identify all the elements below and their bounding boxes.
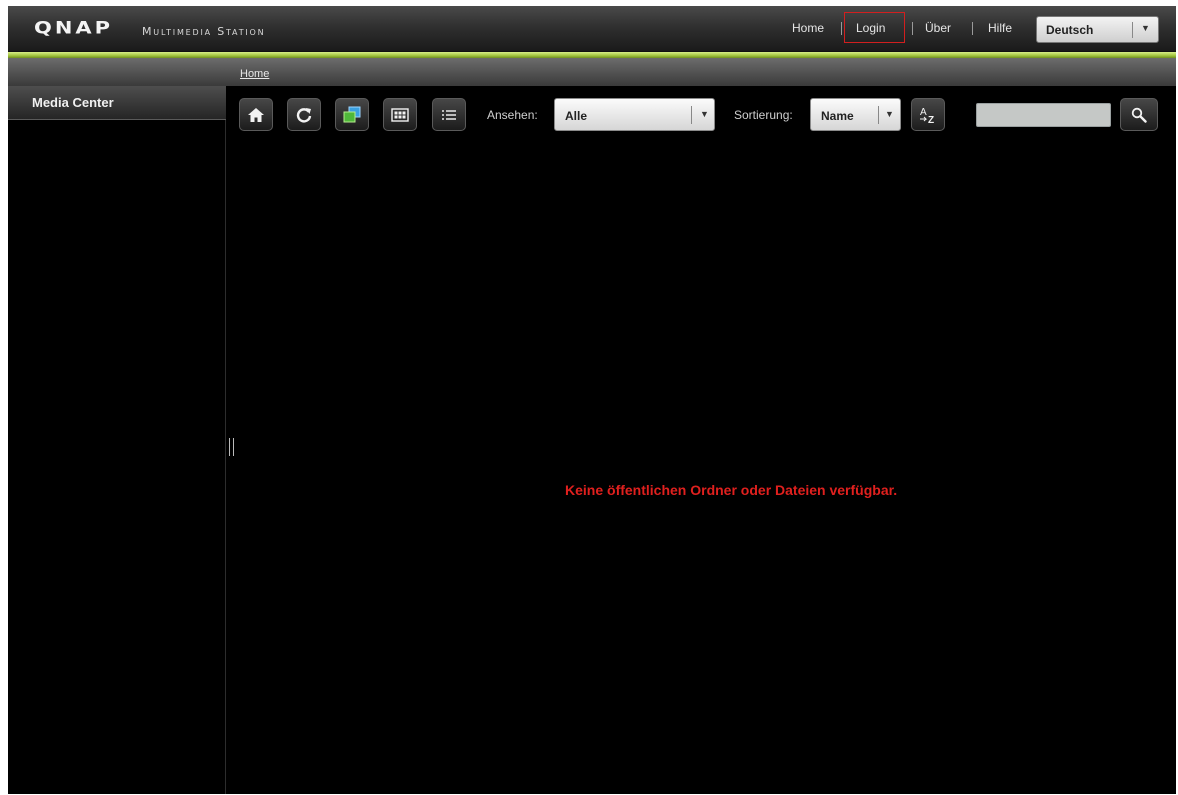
search-icon <box>1131 107 1147 123</box>
language-select[interactable]: Deutsch ▼ <box>1036 16 1159 43</box>
select-divider <box>691 106 692 124</box>
chevron-down-icon: ▼ <box>1141 23 1150 33</box>
view-filter-select[interactable]: Alle ▼ <box>554 98 715 131</box>
list-view-button[interactable] <box>432 98 466 131</box>
search-button[interactable] <box>1120 98 1158 131</box>
breadcrumb-bar: Home <box>8 58 1176 86</box>
nav-help-link[interactable]: Hilfe <box>988 21 1012 35</box>
sort-az-icon: A Z <box>920 107 934 125</box>
svg-text:Z: Z <box>928 115 934 125</box>
sort-label: Sortierung: <box>734 108 793 122</box>
thumbnail-view-icon <box>391 107 409 122</box>
slideshow-button[interactable] <box>335 98 369 131</box>
home-icon <box>248 107 264 122</box>
sidebar-item-label: Media Center <box>32 95 114 110</box>
select-divider <box>1132 22 1133 38</box>
sort-order-button[interactable]: A Z <box>911 98 945 131</box>
nav-separator <box>972 22 973 35</box>
chevron-down-icon: ▼ <box>700 109 709 119</box>
app-name: Multimedia Station <box>142 25 266 38</box>
sidebar-resize-handle[interactable] <box>229 438 234 456</box>
list-view-icon <box>442 109 456 120</box>
top-header-bar: QNAP Multimedia Station Home Login Über … <box>8 6 1176 52</box>
chevron-down-icon: ▼ <box>885 109 894 119</box>
sidebar-item-media-center[interactable]: Media Center <box>8 86 226 120</box>
view-filter-label: Ansehen: <box>487 108 538 122</box>
svg-text:A: A <box>920 107 927 118</box>
select-divider <box>878 106 879 124</box>
content-toolbar: Ansehen: Alle ▼ Sortierung: Name ▼ A Z <box>234 98 1176 138</box>
nav-login-link[interactable]: Login <box>856 21 885 35</box>
nav-separator <box>841 22 842 35</box>
slideshow-icon <box>343 106 361 122</box>
sidebar: Media Center <box>8 86 226 794</box>
nav-about-link[interactable]: Über <box>925 21 951 35</box>
view-filter-value: Alle <box>565 109 588 123</box>
multimedia-station-window: QNAP Multimedia Station Home Login Über … <box>8 6 1176 794</box>
search-input[interactable] <box>976 103 1111 127</box>
qnap-logo: QNAP <box>34 18 114 38</box>
language-selected-value: Deutsch <box>1046 23 1094 37</box>
thumbnail-view-button[interactable] <box>383 98 417 131</box>
empty-state-message: Keine öffentlichen Ordner oder Dateien v… <box>565 482 898 498</box>
refresh-button[interactable] <box>287 98 321 131</box>
home-button[interactable] <box>239 98 273 131</box>
breadcrumb-home-link[interactable]: Home <box>240 68 269 80</box>
sort-value: Name <box>821 109 854 123</box>
nav-separator <box>912 22 913 35</box>
nav-home-link[interactable]: Home <box>792 21 824 35</box>
refresh-icon <box>296 107 312 122</box>
sort-select[interactable]: Name ▼ <box>810 98 901 131</box>
